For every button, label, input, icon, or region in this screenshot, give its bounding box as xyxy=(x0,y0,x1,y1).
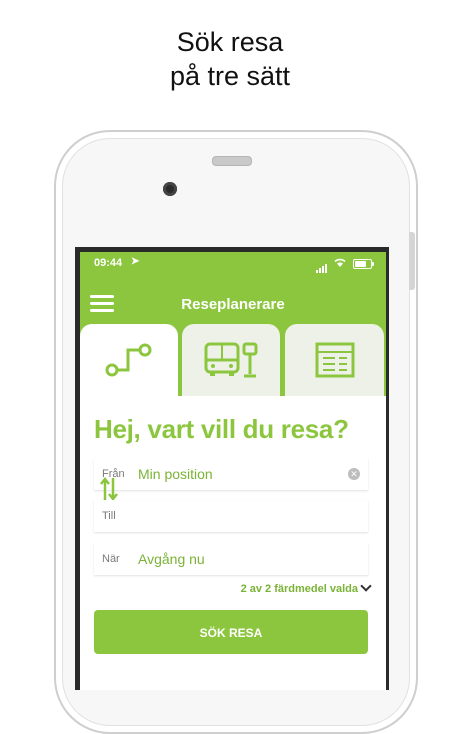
status-bar: 09:44 ➤ xyxy=(80,252,386,274)
swap-icon[interactable] xyxy=(100,476,118,502)
headline-line-1: Sök resa xyxy=(176,27,284,57)
travel-modes-label: 2 av 2 färdmedel valda xyxy=(240,583,358,595)
clear-icon[interactable]: ✕ xyxy=(348,468,360,480)
search-panel: Hej, vart vill du resa? Från Min positio… xyxy=(80,396,386,690)
search-button[interactable]: SÖK RESA xyxy=(94,610,368,654)
travel-modes-selector[interactable]: 2 av 2 färdmedel valda xyxy=(240,580,372,595)
headline-line-2: på tre sätt xyxy=(169,61,291,91)
page-title: Reseplanerare xyxy=(181,296,285,313)
app-screen: 09:44 ➤ Reseplanerare Hej, vart vill du … xyxy=(80,252,386,690)
wifi-icon xyxy=(334,258,346,267)
when-field[interactable]: När Avgång nu xyxy=(94,543,368,575)
route-icon xyxy=(105,343,152,377)
to-field[interactable]: Till xyxy=(94,500,368,532)
when-value[interactable]: Avgång nu xyxy=(138,551,205,567)
from-value[interactable]: Min position xyxy=(138,466,213,482)
camera-icon xyxy=(163,182,177,196)
when-label: När xyxy=(102,553,120,565)
location-arrow-icon: ➤ xyxy=(131,256,140,267)
side-button xyxy=(409,232,415,290)
from-field[interactable]: Från Min position ✕ xyxy=(94,458,368,490)
battery-icon xyxy=(353,259,374,269)
timetable-icon xyxy=(315,342,355,378)
bus-stop-icon xyxy=(204,342,258,378)
status-time: 09:44 xyxy=(94,257,123,269)
greeting-heading: Hej, vart vill du resa? xyxy=(94,414,349,444)
tab-stop-search[interactable] xyxy=(182,324,280,396)
signal-icon xyxy=(316,261,328,273)
chevron-down-icon xyxy=(360,580,372,592)
speaker-grille xyxy=(212,156,252,166)
tab-timetable[interactable] xyxy=(285,324,384,396)
nav-bar: Reseplanerare xyxy=(80,286,386,318)
to-label: Till xyxy=(102,510,116,522)
